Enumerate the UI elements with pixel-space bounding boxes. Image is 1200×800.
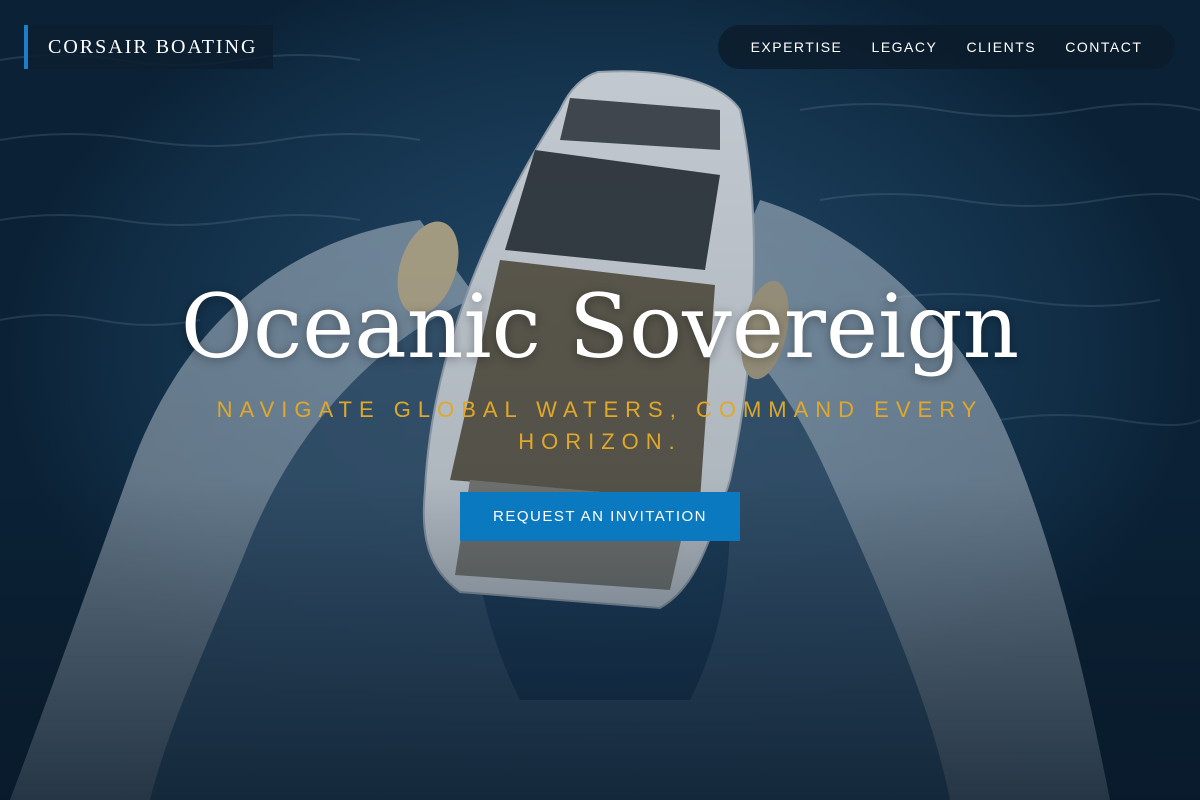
hero-title: Oceanic Sovereign [180, 275, 1020, 378]
nav-item-contact[interactable]: CONTACT [1065, 39, 1142, 55]
nav-item-clients[interactable]: CLIENTS [966, 39, 1036, 55]
nav-item-expertise[interactable]: EXPERTISE [751, 39, 843, 55]
brand-name: CORSAIR BOATING [48, 35, 258, 58]
nav-item-legacy[interactable]: LEGACY [872, 39, 938, 55]
main-nav: EXPERTISE LEGACY CLIENTS CONTACT [718, 25, 1175, 69]
brand-logo[interactable]: CORSAIR BOATING [24, 25, 274, 69]
request-invitation-button[interactable]: REQUEST AN INVITATION [460, 492, 740, 541]
hero-subtitle: NAVIGATE GLOBAL WATERS, COMMAND EVERY HO… [216, 397, 984, 454]
